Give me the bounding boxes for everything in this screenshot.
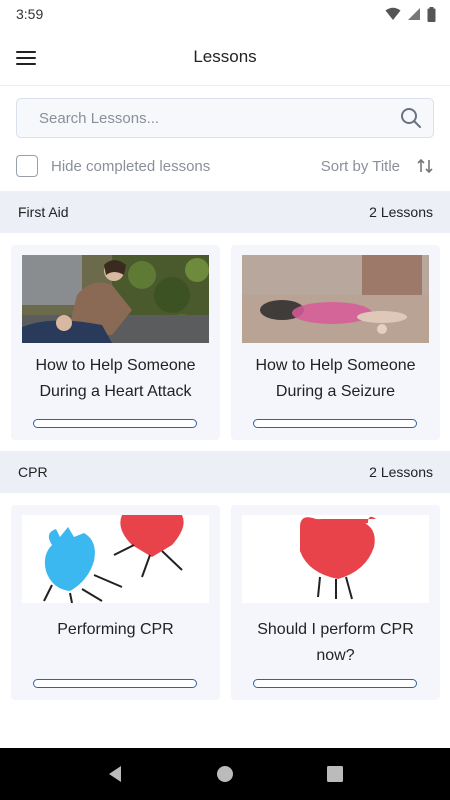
lesson-progress-bar xyxy=(33,679,197,688)
section-title: First Aid xyxy=(18,204,69,220)
section-count: 2 Lessons xyxy=(369,204,433,220)
hide-completed-checkbox[interactable] xyxy=(16,155,38,177)
lesson-image-seizure xyxy=(242,255,429,343)
menu-icon[interactable] xyxy=(16,44,44,72)
status-time: 3:59 xyxy=(16,6,44,22)
status-bar: 3:59 xyxy=(0,0,450,28)
lesson-card-seizure[interactable]: How to Help Someone During a Seizure xyxy=(231,245,440,440)
lesson-title: Should I perform CPR now? xyxy=(257,621,414,664)
home-icon[interactable] xyxy=(210,759,240,789)
lesson-image-heart-attack xyxy=(22,255,209,343)
sort-arrows-icon xyxy=(417,158,433,174)
section-header-first-aid: First Aid 2 Lessons xyxy=(0,191,450,233)
lesson-progress-bar xyxy=(253,419,417,428)
lesson-progress-bar xyxy=(253,679,417,688)
status-icons xyxy=(385,6,436,22)
lesson-card-performing-cpr[interactable]: Performing CPR xyxy=(11,505,220,700)
system-nav-bar xyxy=(0,748,450,800)
app-bar: Lessons xyxy=(0,28,450,86)
search-icon[interactable] xyxy=(399,106,423,130)
section-count: 2 Lessons xyxy=(369,464,433,480)
sort-label: Sort by Title xyxy=(320,157,400,175)
wifi-icon xyxy=(385,7,401,20)
filter-row: Hide completed lessons Sort by Title xyxy=(16,152,434,180)
page-title: Lessons xyxy=(193,46,257,66)
battery-icon xyxy=(427,6,436,22)
section-title: CPR xyxy=(18,464,48,480)
lesson-title: How to Help Someone During a Heart Attac… xyxy=(35,357,196,400)
sort-button[interactable]: Sort by Title xyxy=(321,157,434,175)
hide-completed-label: Hide completed lessons xyxy=(51,157,211,175)
section-header-cpr: CPR 2 Lessons xyxy=(0,451,450,493)
lesson-title: How to Help Someone During a Seizure xyxy=(255,357,416,400)
lesson-title: Performing CPR xyxy=(57,621,174,638)
search-input[interactable] xyxy=(39,109,399,127)
lesson-progress-bar xyxy=(33,419,197,428)
lesson-card-heart-attack[interactable]: How to Help Someone During a Heart Attac… xyxy=(11,245,220,440)
back-icon[interactable] xyxy=(100,759,130,789)
cell-signal-icon xyxy=(408,8,420,20)
search-bar xyxy=(16,98,434,138)
lesson-image-performing-cpr xyxy=(22,515,209,603)
lesson-image-should-i-perform-cpr xyxy=(242,515,429,603)
lesson-card-should-i-perform-cpr[interactable]: Should I perform CPR now? xyxy=(231,505,440,700)
recents-icon[interactable] xyxy=(320,759,350,789)
